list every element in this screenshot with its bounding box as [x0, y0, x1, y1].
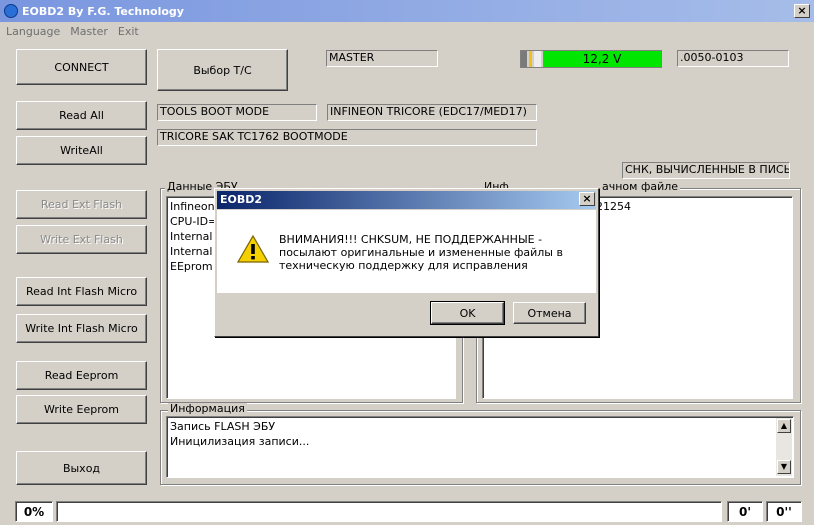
app-titlebar: EOBD2 By F.G. Technology — [0, 0, 814, 22]
checksum-note-field: СНК, ВЫЧИСЛЕННЫЕ В ПИСЬМЕННОМ ФАЙЛЕ — [622, 162, 790, 179]
warning-dialog: EOBD2 × ВНИМАНИЯ!!! CHKSUM, НЕ ПОДДЕРЖАН… — [214, 188, 599, 337]
dialog-title: EOBD2 — [220, 193, 263, 206]
version-field: .0050-0103 — [677, 50, 789, 67]
read-all-button[interactable]: Read All — [16, 101, 147, 130]
cancel-button[interactable]: Отмена — [513, 302, 586, 324]
menu-master[interactable]: Master — [70, 25, 108, 38]
write-eeprom-button[interactable]: Write Eeprom — [16, 395, 147, 424]
voltage-gauge-gray — [521, 51, 527, 67]
read-int-flash-button[interactable]: Read Int Flash Micro — [16, 277, 147, 306]
voltage-indicator: 12,2 V — [520, 50, 662, 68]
progress-bar — [56, 501, 722, 522]
boot-mode-field: TOOLS BOOT MODE — [157, 104, 317, 121]
write-ext-flash-button[interactable]: Write Ext Flash — [16, 225, 147, 254]
dialog-titlebar: EOBD2 — [217, 191, 596, 209]
connect-button[interactable]: CONNECT — [16, 49, 147, 85]
info-line: Иницилизация записи... — [170, 435, 310, 448]
dialog-message: ВНИМАНИЯ!!! CHKSUM, НЕ ПОДДЕРЖАННЫЕ - по… — [279, 233, 563, 272]
menu-exit[interactable]: Exit — [118, 25, 139, 38]
file-info-label-right: ачном файле — [600, 180, 681, 193]
ecu-family-field: INFINEON TRICORE (EDC17/MED17) — [327, 104, 537, 121]
ok-button[interactable]: OK — [430, 301, 505, 325]
write-all-button[interactable]: WriteAll — [16, 136, 147, 165]
window-title: EOBD2 By F.G. Technology — [22, 4, 184, 18]
scroll-down-icon[interactable]: ▼ — [777, 460, 791, 474]
menu-bar: Language Master Exit — [0, 22, 814, 40]
info-scrollbar[interactable]: ▲ ▼ — [776, 418, 792, 476]
write-int-flash-button[interactable]: Write Int Flash Micro — [16, 314, 147, 343]
info-line: Запись FLASH ЭБУ — [170, 420, 276, 433]
voltage-gauge-yellow — [529, 51, 532, 67]
vehicle-select-button[interactable]: Выбор Т/С — [157, 49, 288, 91]
read-ext-flash-button[interactable]: Read Ext Flash — [16, 190, 147, 219]
read-eeprom-button[interactable]: Read Eeprom — [16, 361, 147, 390]
info-log: Запись FLASH ЭБУ Иницилизация записи... — [166, 416, 794, 478]
scroll-up-icon[interactable]: ▲ — [777, 419, 791, 433]
window-close-button[interactable]: × — [794, 4, 810, 18]
warning-icon — [237, 234, 269, 263]
dialog-close-button[interactable]: × — [579, 192, 595, 206]
dialog-body: ВНИМАНИЯ!!! CHKSUM, НЕ ПОДДЕРЖАННЫЕ - по… — [217, 210, 596, 293]
time-seconds: 0'' — [766, 501, 802, 522]
app-icon — [4, 4, 18, 18]
time-minutes: 0' — [727, 501, 763, 522]
voltage-value: 12,2 V — [543, 51, 661, 67]
menu-language[interactable]: Language — [6, 25, 60, 38]
voltage-gauge-white — [534, 51, 541, 67]
exit-button[interactable]: Выход — [16, 451, 147, 485]
cpu-mode-field: TRICORE SAK TC1762 BOOTMODE — [157, 129, 537, 146]
mode-field: MASTER — [326, 50, 438, 67]
progress-percent: 0% — [15, 501, 53, 522]
info-label: Информация — [168, 402, 247, 415]
